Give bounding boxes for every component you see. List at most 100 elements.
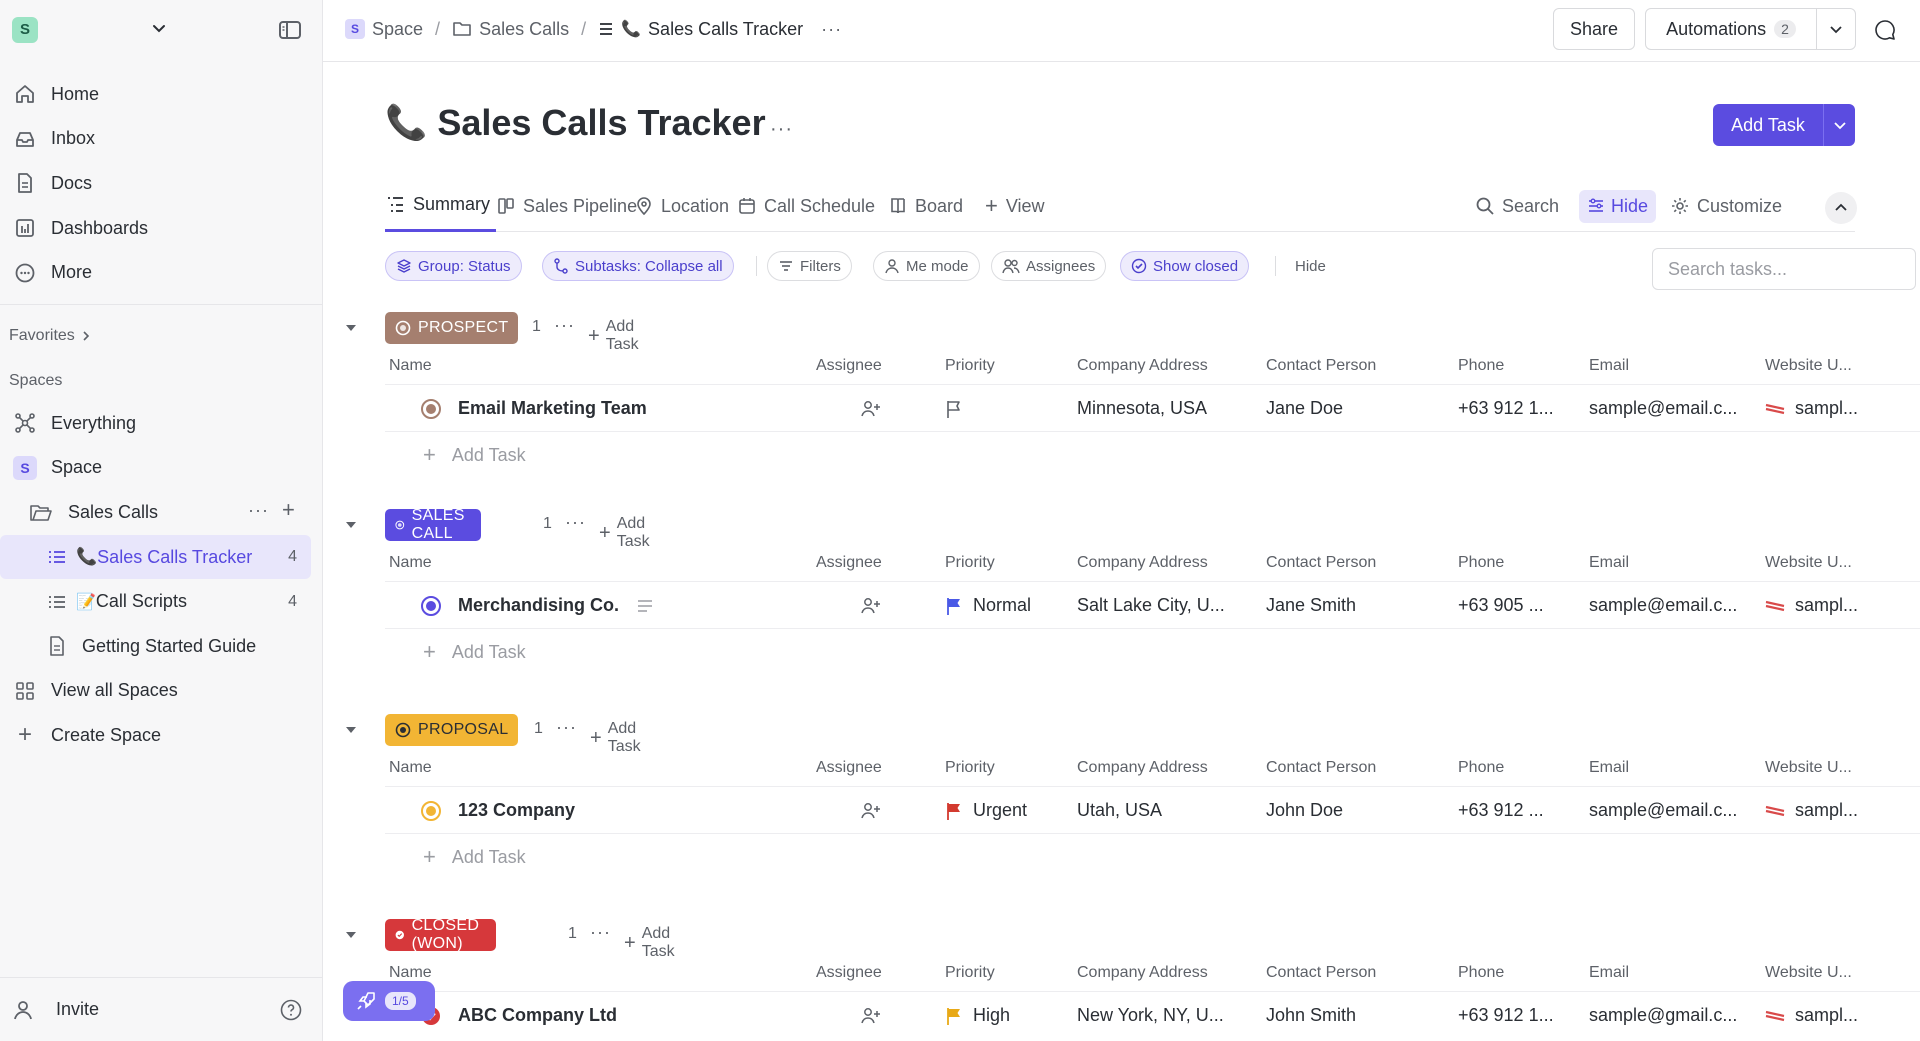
col-priority[interactable]: Priority [945,554,995,572]
add-task-row[interactable]: + Add Task [385,432,985,478]
task-address[interactable]: Minnesota, USA [1077,398,1207,419]
col-address[interactable]: Company Address [1077,964,1208,982]
col-address[interactable]: Company Address [1077,554,1208,572]
add-assignee-icon[interactable] [860,597,882,615]
tree-view-all-spaces[interactable]: View all Spaces [0,669,323,714]
group-more-icon[interactable]: ··· [554,315,575,336]
group-more-icon[interactable]: ··· [565,512,586,533]
flag-icon[interactable] [945,801,963,821]
sidebar-collapse-icon[interactable] [276,16,304,44]
col-contact[interactable]: Contact Person [1266,759,1376,777]
automations-button[interactable]: Automations 2 [1645,8,1817,50]
task-name[interactable]: 123 Company [458,800,575,821]
filters-chip[interactable]: Filters [767,251,852,281]
col-email[interactable]: Email [1589,357,1629,375]
crumb-folder[interactable]: Sales Calls [452,19,569,40]
folder-more-icon[interactable]: ··· [248,500,269,521]
col-email[interactable]: Email [1589,759,1629,777]
tree-list-sales-calls-tracker[interactable]: 📞 Sales Calls Tracker 4 [0,534,311,580]
task-website[interactable]: sampl... [1795,398,1858,419]
hide-pill[interactable]: Hide [1579,189,1657,223]
task-name[interactable]: Email Marketing Team [458,398,647,419]
col-priority[interactable]: Priority [945,759,995,777]
tree-doc-getting-started[interactable]: Getting Started Guide [0,624,323,669]
col-name[interactable]: Name [389,964,432,982]
col-priority[interactable]: Priority [945,357,995,375]
workspace-avatar[interactable]: S [12,17,38,43]
tab-summary[interactable]: Summary [385,180,497,232]
task-priority[interactable]: High [973,1005,1010,1026]
col-assignee[interactable]: Assignee [816,964,882,982]
task-contact[interactable]: Jane Doe [1266,398,1343,419]
task-contact[interactable]: John Smith [1266,1005,1356,1026]
task-contact[interactable]: John Doe [1266,800,1343,821]
col-priority[interactable]: Priority [945,964,995,982]
caret-down-icon[interactable] [343,517,359,533]
task-name[interactable]: Merchandising Co. [458,595,619,616]
status-pill[interactable]: PROSPECT [385,312,519,344]
add-assignee-icon[interactable] [860,802,882,820]
tree-space[interactable]: S Space [0,446,323,491]
task-email[interactable]: sample@email.c... [1589,398,1737,419]
tab-sales-pipeline[interactable]: Sales Pipeline [497,180,637,232]
flag-icon[interactable] [945,1006,963,1026]
col-address[interactable]: Company Address [1077,357,1208,375]
page-title-text[interactable]: Sales Calls Tracker [437,102,765,144]
col-website[interactable]: Website U... [1765,357,1852,375]
table-row[interactable]: Merchandising Co. Normal Salt Lake City,… [385,583,1920,629]
tab-location[interactable]: Location [635,180,729,232]
onboarding-tour-button[interactable]: 1/5 [343,981,435,1021]
view-hide-button[interactable]: Hide [1579,180,1657,232]
add-task-button[interactable]: Add Task [1713,104,1855,146]
add-task-label[interactable]: Add Task [1713,104,1823,146]
crumb-list[interactable]: 📞 Sales Calls Tracker [598,19,803,40]
caret-down-icon[interactable] [343,927,359,943]
invite-bar[interactable]: Invite [0,977,323,1041]
crumb-space[interactable]: S Space [345,19,423,40]
me-mode-chip[interactable]: Me mode [873,251,980,281]
task-priority[interactable]: Normal [973,595,1031,616]
subtasks-chip[interactable]: Subtasks: Collapse all [542,251,734,281]
task-address[interactable]: Utah, USA [1077,800,1162,821]
task-phone[interactable]: +63 912 ... [1458,800,1544,821]
task-contact[interactable]: Jane Smith [1266,595,1356,616]
help-icon[interactable] [279,998,303,1022]
task-website[interactable]: sampl... [1795,595,1858,616]
status-pill[interactable]: CLOSED (WON) [385,917,496,952]
col-website[interactable]: Website U... [1765,554,1852,572]
col-phone[interactable]: Phone [1458,759,1504,777]
add-assignee-icon[interactable] [860,400,882,418]
col-assignee[interactable]: Assignee [816,759,882,777]
task-priority[interactable]: Urgent [973,800,1027,821]
nav-docs[interactable]: Docs [0,161,323,206]
nav-dashboards[interactable]: Dashboards [0,206,323,251]
col-name[interactable]: Name [389,554,432,572]
tab-call-schedule[interactable]: Call Schedule [738,180,875,232]
assignees-chip[interactable]: Assignees [991,251,1107,281]
col-email[interactable]: Email [1589,964,1629,982]
task-phone[interactable]: +63 912 1... [1458,1005,1554,1026]
status-pill[interactable]: PROPOSAL [385,714,519,746]
chevron-down-icon[interactable] [148,18,170,40]
task-status-icon[interactable] [421,596,441,616]
tree-create-space[interactable]: + Create Space [0,713,323,758]
add-task-dropdown[interactable] [1823,104,1855,146]
view-search-button[interactable]: Search [1475,180,1559,232]
favorites-section[interactable]: Favorites [9,327,91,345]
task-status-icon[interactable] [421,801,441,821]
col-address[interactable]: Company Address [1077,759,1208,777]
group-more-icon[interactable]: ··· [590,922,611,943]
col-phone[interactable]: Phone [1458,964,1504,982]
flag-icon[interactable] [945,596,963,616]
add-assignee-icon[interactable] [860,1007,882,1025]
nav-inbox[interactable]: Inbox [0,117,323,162]
tree-folder-sales-calls[interactable]: Sales Calls ··· + [0,490,323,535]
col-email[interactable]: Email [1589,554,1629,572]
hide-filter-button[interactable]: Hide [1295,258,1326,275]
caret-down-icon[interactable] [343,722,359,738]
share-button[interactable]: Share [1553,8,1635,50]
tab-board[interactable]: Board [889,180,963,232]
show-closed-chip[interactable]: Show closed [1120,251,1250,281]
task-website[interactable]: sampl... [1795,1005,1858,1026]
col-website[interactable]: Website U... [1765,964,1852,982]
